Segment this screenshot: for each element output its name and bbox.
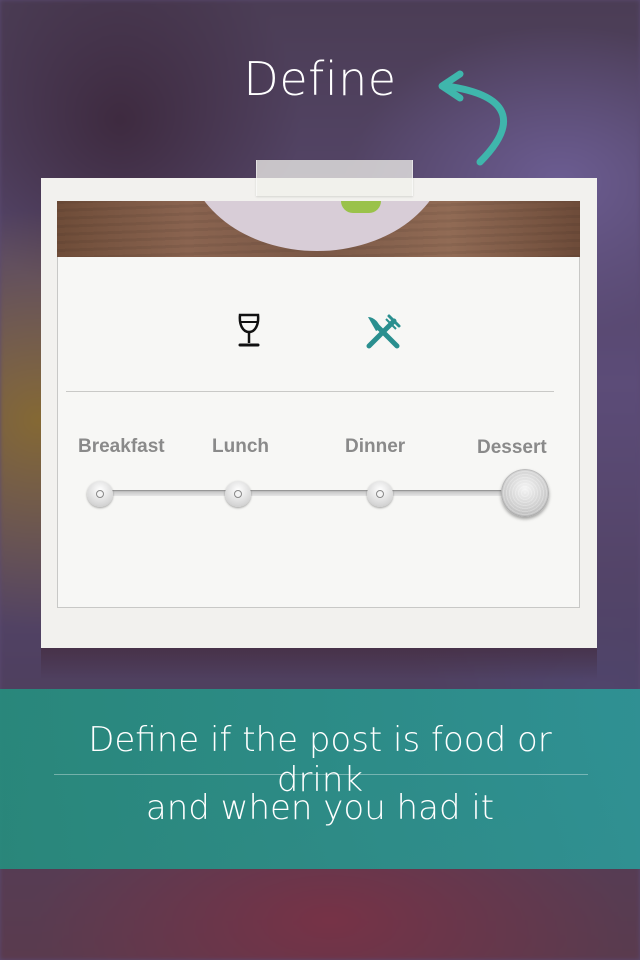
- panel-divider: [66, 391, 554, 392]
- stop-label-lunch: Lunch: [212, 436, 269, 457]
- banner-line-2: and when you had it: [145, 788, 495, 828]
- define-panel: [57, 257, 580, 608]
- wine-glass-icon[interactable]: [235, 313, 263, 349]
- slider-knob[interactable]: [501, 469, 549, 517]
- card-torn-edge: [41, 634, 597, 648]
- banner-divider: [54, 774, 588, 775]
- plate: [187, 201, 447, 251]
- page-title: Define: [243, 52, 397, 106]
- slider-stop-dinner[interactable]: [367, 481, 393, 507]
- stop-label-dinner: Dinner: [345, 436, 406, 457]
- fork-knife-icon[interactable]: [364, 313, 402, 351]
- stop-label-dessert: Dessert: [477, 437, 547, 458]
- food-photo: [57, 201, 580, 257]
- meal-slider-track[interactable]: [100, 490, 525, 496]
- slider-stop-breakfast[interactable]: [87, 481, 113, 507]
- curved-arrow-icon: [438, 70, 507, 166]
- garnish: [341, 201, 381, 213]
- tape-strip: [256, 160, 413, 196]
- slider-stop-lunch[interactable]: [225, 481, 251, 507]
- stop-label-breakfast: Breakfast: [78, 436, 165, 457]
